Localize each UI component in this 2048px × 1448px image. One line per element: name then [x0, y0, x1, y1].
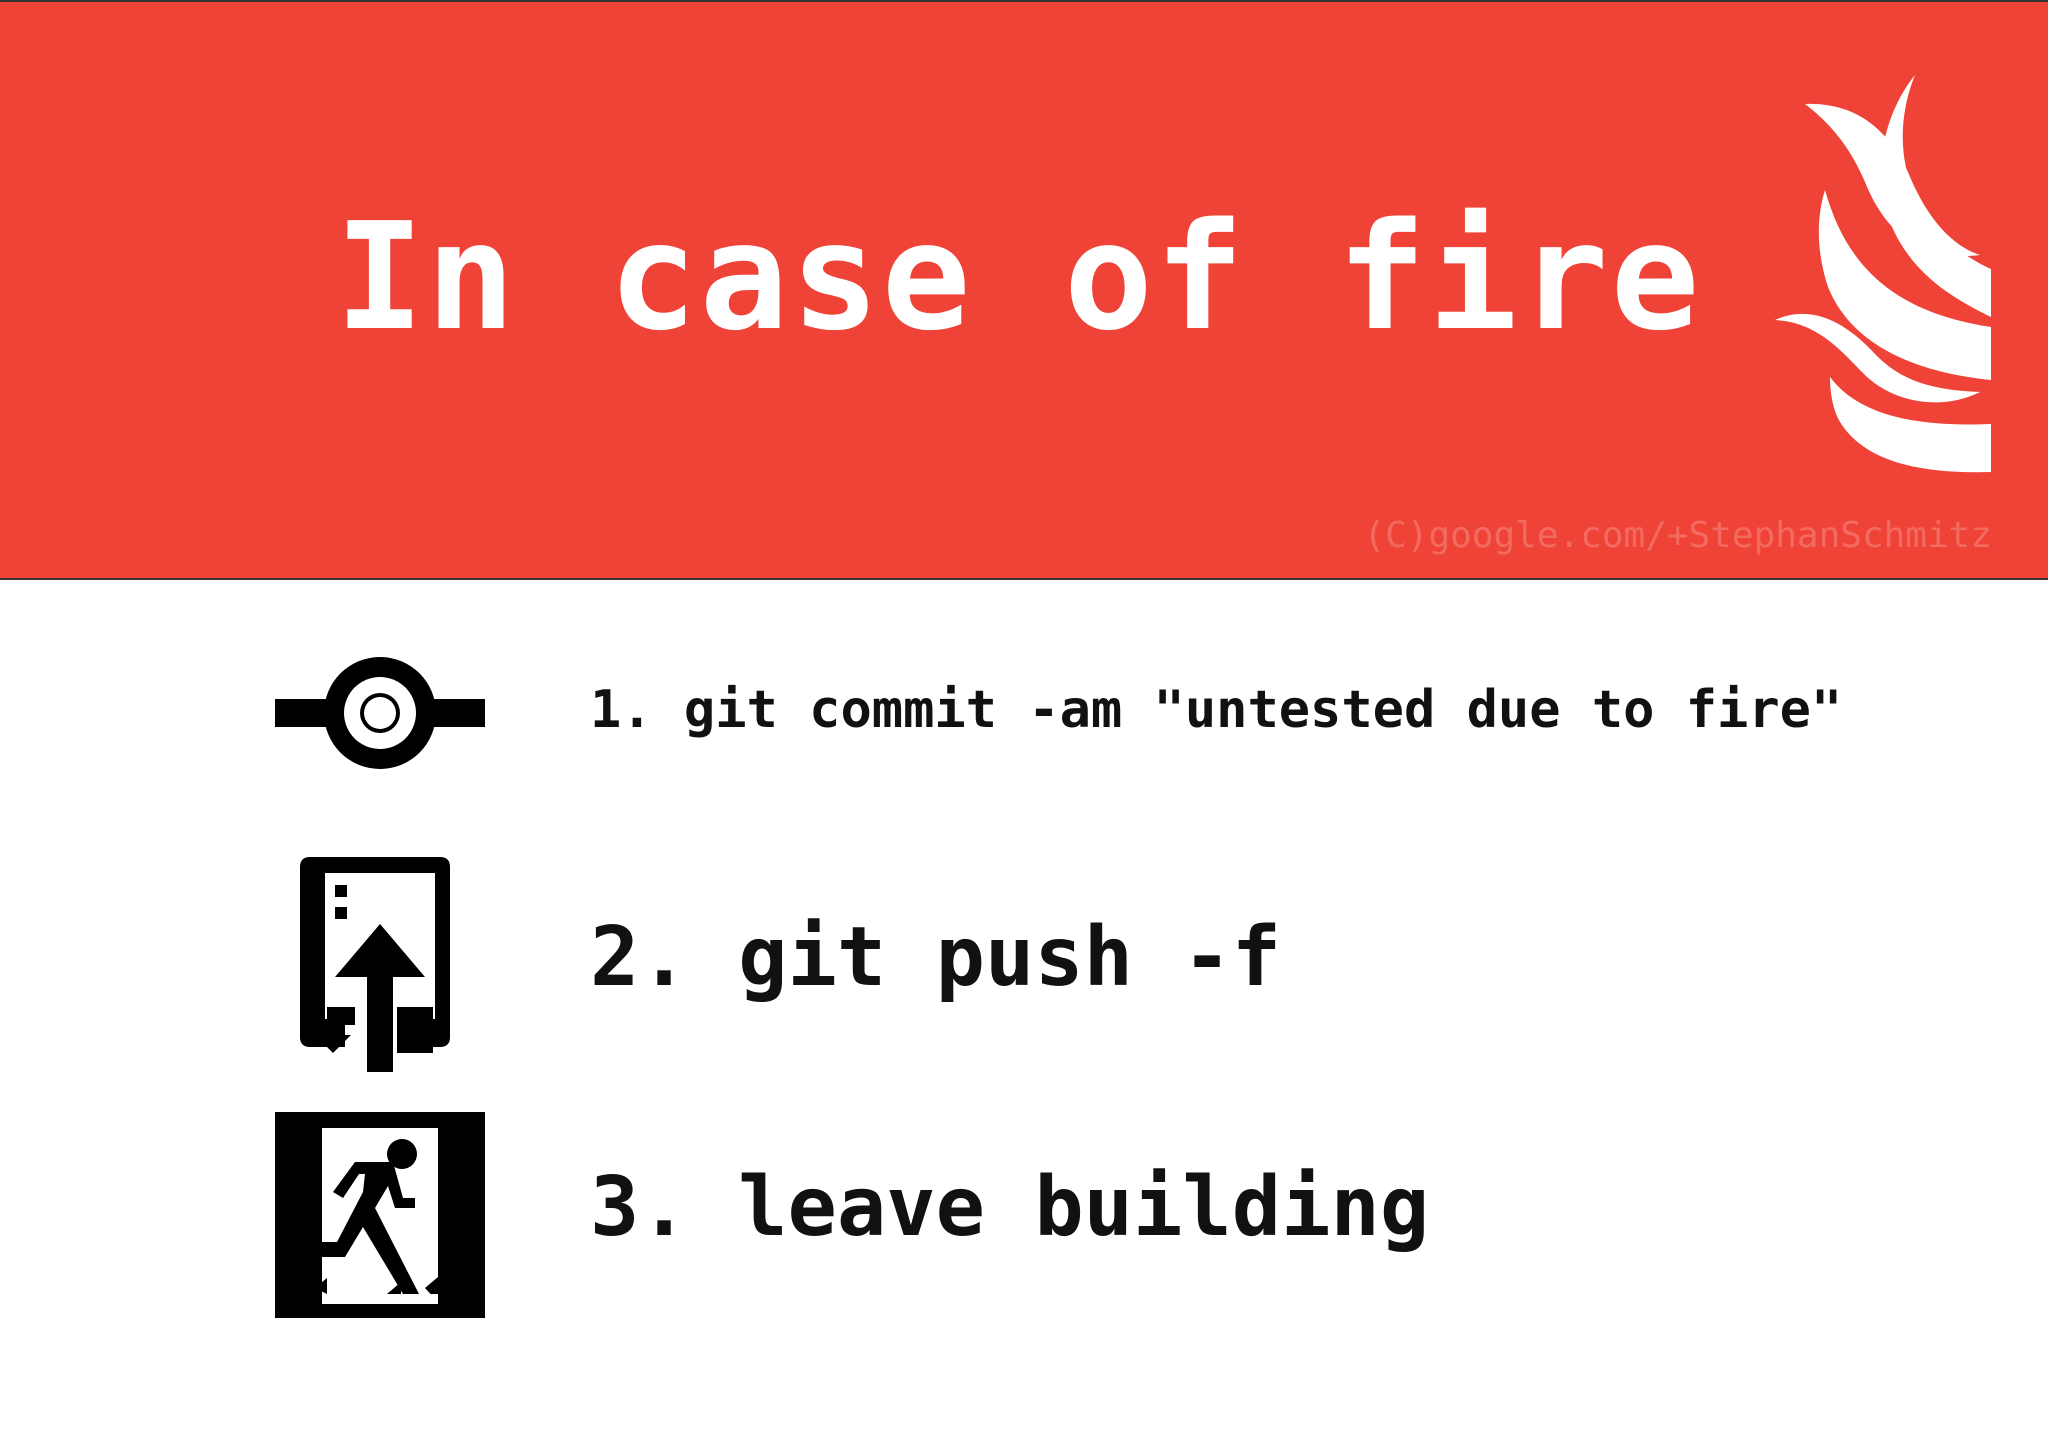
emergency-exit-icon [275, 1112, 485, 1318]
header-banner: In case of fire (C)google.com/+StephanSc… [0, 0, 2048, 580]
elevator-up-icon [300, 857, 450, 1072]
fire-sign: In case of fire (C)google.com/+StephanSc… [0, 0, 2048, 1448]
git-commit-icon [275, 657, 485, 769]
step-1-text: 1. git commit -am "untested due to fire" [590, 680, 1843, 740]
flame-icon [1775, 75, 1991, 473]
step-2-text: 2. git push -f [590, 910, 1282, 1005]
page-title: In case of fire [335, 191, 1702, 363]
step-3-text: 3. leave building [590, 1160, 1430, 1255]
copyright-credit: (C)google.com/+StephanSchmitz [1363, 515, 1992, 556]
